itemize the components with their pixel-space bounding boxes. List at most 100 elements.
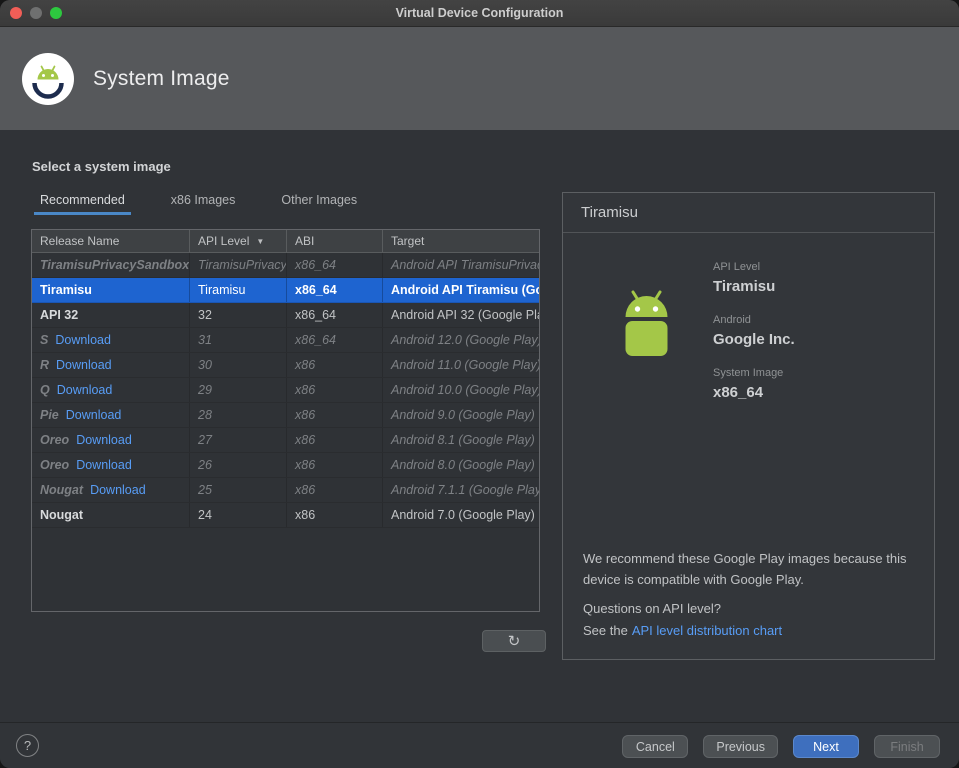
table-row[interactable]: Tiramisu Tiramisu x86_64 Android API Tirami… <box>32 278 539 303</box>
detail-label: API Level <box>713 261 761 273</box>
detail-field-system-image: System Image x86_64 <box>713 367 795 401</box>
target-cell: Android 7.0 (Google Play) <box>391 508 535 522</box>
window-title: Virtual Device Configuration <box>395 6 564 20</box>
api-distribution-chart-link[interactable]: API level distribution chart <box>632 623 782 638</box>
release-name: Oreo <box>40 458 70 472</box>
table-row[interactable]: Nougat Download 25 x86 Android 7.1.1 (Google… <box>32 478 539 503</box>
download-link[interactable]: Download <box>55 333 111 347</box>
release-name: R <box>40 358 50 372</box>
api-question-text: Questions on API level? <box>583 601 722 616</box>
target-cell: Android API TiramisuPrivac <box>391 258 539 272</box>
release-cell: Q Download <box>32 378 190 402</box>
column-label: Release Name <box>40 234 120 248</box>
tab-recommended[interactable]: Recommended <box>30 188 135 215</box>
release-name: API 32 <box>40 308 79 322</box>
cancel-button[interactable]: Cancel <box>622 735 689 758</box>
table-row[interactable]: TiramisuPrivacySandbox TiramisuPrivacy x86… <box>32 253 539 278</box>
abi-cell: x86 <box>287 378 383 402</box>
table-row[interactable]: Nougat 24 x86 Android 7.0 (Google Play) <box>32 503 539 528</box>
target-cell: Android 8.0 (Google Play) <box>391 458 535 472</box>
release-name: Tiramisu <box>40 283 92 297</box>
api-level-cell: 25 <box>190 478 287 502</box>
target-cell: Android 9.0 (Google Play) <box>391 408 535 422</box>
target-cell: Android API 32 (Google Pla <box>391 308 539 322</box>
window-controls <box>10 7 62 19</box>
release-cell: R Download <box>32 353 190 377</box>
abi-cell: x86_64 <box>287 328 383 352</box>
detail-label: Android <box>713 314 751 326</box>
abi-cell: x86_64 <box>287 303 383 327</box>
section-title: Select a system image <box>32 159 171 174</box>
table-row[interactable]: Q Download 29 x86 Android 10.0 (Google Play) <box>32 378 539 403</box>
table-row[interactable]: Pie Download 28 x86 Android 9.0 (Google Play… <box>32 403 539 428</box>
column-header-target[interactable]: Target <box>383 230 539 252</box>
api-level-cell: 28 <box>190 403 287 427</box>
api-level-cell: 29 <box>190 378 287 402</box>
download-link[interactable]: Download <box>56 358 112 372</box>
release-name: Nougat <box>40 483 84 497</box>
page-title: System Image <box>93 66 230 90</box>
tab-x86-images[interactable]: x86 Images <box>161 188 246 215</box>
release-name: TiramisuPrivacySandbox <box>40 258 190 272</box>
abi-cell: x86 <box>287 478 383 502</box>
abi-cell: x86_64 <box>287 278 383 302</box>
table-row[interactable]: R Download 30 x86 Android 11.0 (Google Play) <box>32 353 539 378</box>
minimize-window-button <box>30 7 42 19</box>
release-name: Q <box>40 383 50 397</box>
release-cell: Nougat Download <box>32 478 190 502</box>
target-cell: Android 11.0 (Google Play) <box>391 358 539 372</box>
download-link[interactable]: Download <box>90 483 146 497</box>
zoom-window-button[interactable] <box>50 7 62 19</box>
target-cell: Android 7.1.1 (Google Play <box>391 483 539 497</box>
refresh-icon: ↻ <box>507 632 521 650</box>
download-link[interactable]: Download <box>76 433 132 447</box>
virtual-device-configuration-dialog: Virtual Device Configuration System Imag… <box>0 0 959 768</box>
api-level-cell: 26 <box>190 453 287 477</box>
refresh-button[interactable]: ↻ <box>482 630 546 652</box>
release-name: Oreo <box>40 433 70 447</box>
close-window-button[interactable] <box>10 7 22 19</box>
release-cell: Oreo Download <box>32 428 190 452</box>
download-link[interactable]: Download <box>66 408 122 422</box>
release-cell: Tiramisu <box>32 278 190 302</box>
column-header-api-level[interactable]: API Level ▼ <box>190 230 287 252</box>
column-label: API Level <box>198 234 250 248</box>
download-link[interactable]: Download <box>57 383 113 397</box>
abi-cell: x86 <box>287 353 383 377</box>
next-button[interactable]: Next <box>793 735 859 758</box>
detail-value: x86_64 <box>713 384 764 401</box>
target-cell: Android 8.1 (Google Play) <box>391 433 535 447</box>
details-panel: Tiramisu API Level Tiramisu Android Google … <box>562 192 935 660</box>
previous-button[interactable]: Previous <box>703 735 778 758</box>
column-header-abi[interactable]: ABI <box>287 230 383 252</box>
release-cell: Oreo Download <box>32 453 190 477</box>
detail-field-android: Android Google Inc. <box>713 314 795 348</box>
api-link-line: See the API level distribution chart <box>583 623 782 638</box>
api-level-cell: Tiramisu <box>190 278 287 302</box>
download-link[interactable]: Download <box>76 458 132 472</box>
api-level-cell: 32 <box>190 303 287 327</box>
system-image-table: Release Name API Level ▼ ABI Target Tiramisu… <box>31 229 540 612</box>
table-row[interactable]: Oreo Download 26 x86 Android 8.0 (Google Pla… <box>32 453 539 478</box>
release-name: Pie <box>40 408 59 422</box>
target-cell: Android 12.0 (Google Play) <box>391 333 539 347</box>
abi-cell: x86_64 <box>287 253 383 277</box>
table-body: TiramisuPrivacySandbox TiramisuPrivacy x86… <box>32 253 539 528</box>
column-header-release-name[interactable]: Release Name <box>32 230 190 252</box>
api-level-cell: 24 <box>190 503 287 527</box>
tab-other-images[interactable]: Other Images <box>271 188 367 215</box>
help-button[interactable]: ? <box>16 734 39 757</box>
release-cell: S Download <box>32 328 190 352</box>
abi-cell: x86 <box>287 428 383 452</box>
table-header-row: Release Name API Level ▼ ABI Target <box>32 230 539 253</box>
android-robot-logo <box>599 285 694 372</box>
api-level-cell: TiramisuPrivacy <box>190 253 287 277</box>
table-row[interactable]: S Download 31 x86_64 Android 12.0 (Google Pl… <box>32 328 539 353</box>
recommendation-text: We recommend these Google Play images be… <box>583 551 907 587</box>
abi-cell: x86 <box>287 403 383 427</box>
finish-button: Finish <box>874 735 940 758</box>
api-level-cell: 31 <box>190 328 287 352</box>
table-row[interactable]: API 32 32 x86_64 Android API 32 (Google Pla <box>32 303 539 328</box>
column-label: Target <box>391 234 425 248</box>
table-row[interactable]: Oreo Download 27 x86 Android 8.1 (Google Pla… <box>32 428 539 453</box>
